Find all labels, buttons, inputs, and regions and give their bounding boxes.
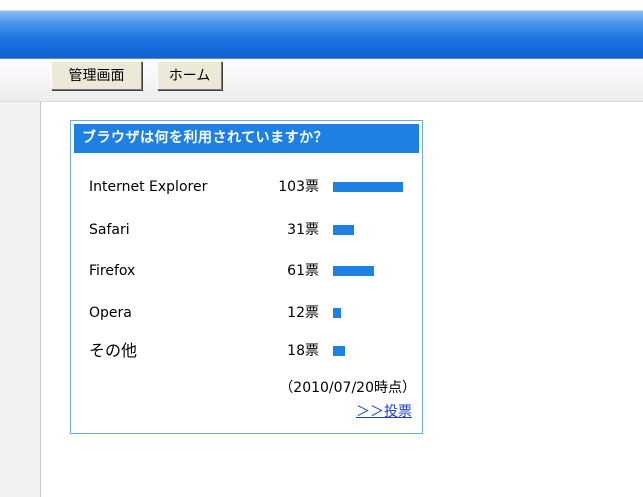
poll-vote-count: 103票 <box>278 179 319 195</box>
poll-bar <box>333 346 345 356</box>
header-bar <box>0 0 643 59</box>
as-of-date: （2010/07/20時点） <box>279 380 416 396</box>
home-button[interactable]: ホーム <box>157 61 222 90</box>
poll-option-name: Internet Explorer <box>89 179 208 195</box>
poll-option-name: Firefox <box>89 263 136 279</box>
poll-row: その他 18票 <box>71 339 424 363</box>
poll-bar <box>333 182 403 192</box>
poll-vote-count: 12票 <box>287 305 319 321</box>
poll-title: ブラウザは何を利用されていますか？ <box>74 124 419 153</box>
poll-vote-count: 18票 <box>287 343 319 359</box>
poll-row: Opera 12票 <box>71 301 424 325</box>
poll-bar <box>333 225 354 235</box>
poll-bar <box>333 266 374 276</box>
poll-option-name: Safari <box>89 222 130 238</box>
poll-row: Firefox 61票 <box>71 259 424 283</box>
poll-vote-count: 31票 <box>287 222 319 238</box>
poll-option-name: Opera <box>89 305 132 321</box>
left-column <box>0 102 41 497</box>
poll-row: Safari 31票 <box>71 218 424 242</box>
poll-row: Internet Explorer 103票 <box>71 175 424 199</box>
poll-bar <box>333 308 341 318</box>
poll-option-name: その他 <box>89 341 138 360</box>
admin-button[interactable]: 管理画面 <box>51 61 142 90</box>
vote-link[interactable]: ＞＞投票 <box>356 401 412 421</box>
poll-vote-count: 61票 <box>287 263 319 279</box>
poll-widget: ブラウザは何を利用されていますか？ Internet Explorer 103票… <box>70 120 423 434</box>
